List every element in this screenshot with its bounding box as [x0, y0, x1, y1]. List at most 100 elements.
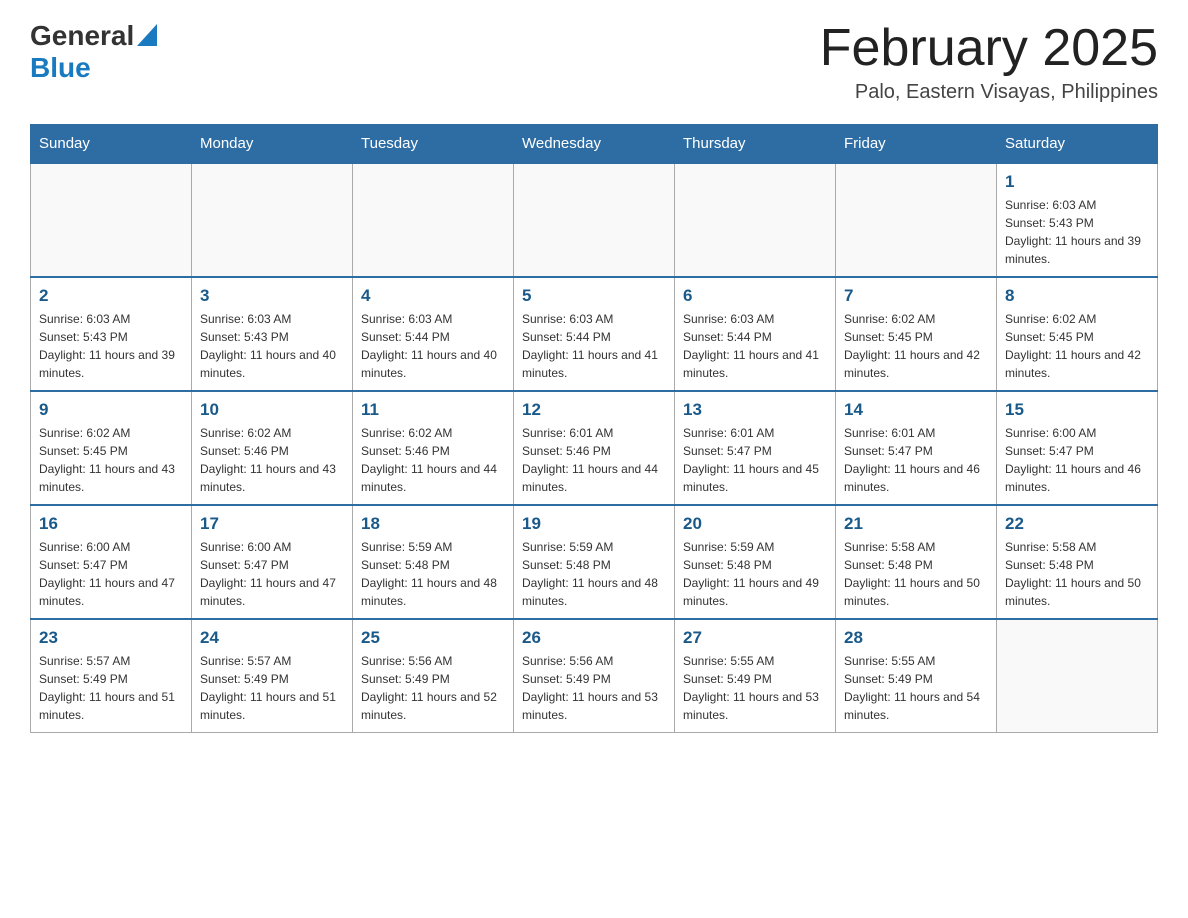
calendar-cell: 26 Sunrise: 5:56 AMSunset: 5:49 PMDayligh… [514, 619, 675, 733]
calendar-cell: 6 Sunrise: 6:03 AMSunset: 5:44 PMDaylight… [675, 277, 836, 391]
day-number: 6 [683, 286, 827, 306]
logo-arrow-icon [137, 24, 157, 46]
day-info: Sunrise: 6:02 AMSunset: 5:45 PMDaylight:… [1005, 310, 1149, 382]
day-number: 9 [39, 400, 183, 420]
day-info: Sunrise: 6:03 AMSunset: 5:44 PMDaylight:… [683, 310, 827, 382]
weekday-header-row: SundayMondayTuesdayWednesdayThursdayFrid… [31, 125, 1158, 164]
calendar-cell: 11 Sunrise: 6:02 AMSunset: 5:46 PMDayligh… [353, 391, 514, 505]
day-number: 20 [683, 514, 827, 534]
calendar-cell: 10 Sunrise: 6:02 AMSunset: 5:46 PMDayligh… [192, 391, 353, 505]
calendar-cell [675, 163, 836, 277]
day-number: 15 [1005, 400, 1149, 420]
calendar-table: SundayMondayTuesdayWednesdayThursdayFrid… [30, 124, 1158, 733]
day-number: 10 [200, 400, 344, 420]
day-number: 8 [1005, 286, 1149, 306]
day-number: 25 [361, 628, 505, 648]
weekday-header-wednesday: Wednesday [514, 125, 675, 164]
day-info: Sunrise: 6:02 AMSunset: 5:46 PMDaylight:… [361, 424, 505, 496]
day-number: 13 [683, 400, 827, 420]
week-row-2: 2 Sunrise: 6:03 AMSunset: 5:43 PMDaylight… [31, 277, 1158, 391]
day-number: 4 [361, 286, 505, 306]
calendar-cell: 20 Sunrise: 5:59 AMSunset: 5:48 PMDayligh… [675, 505, 836, 619]
week-row-5: 23Sunrise: 5:57 AMSunset: 5:49 PMDayligh… [31, 619, 1158, 733]
logo-blue-text: Blue [30, 52, 91, 83]
calendar-cell: 4 Sunrise: 6:03 AMSunset: 5:44 PMDaylight… [353, 277, 514, 391]
calendar-cell: 15 Sunrise: 6:00 AMSunset: 5:47 PMDayligh… [997, 391, 1158, 505]
day-info: Sunrise: 6:03 AMSunset: 5:44 PMDaylight:… [361, 310, 505, 382]
calendar-cell: 13 Sunrise: 6:01 AMSunset: 5:47 PMDayligh… [675, 391, 836, 505]
calendar-cell: 8 Sunrise: 6:02 AMSunset: 5:45 PMDaylight… [997, 277, 1158, 391]
logo: General Blue [30, 20, 157, 84]
day-info: Sunrise: 5:59 AMSunset: 5:48 PMDaylight:… [522, 538, 666, 610]
day-info: Sunrise: 6:02 AMSunset: 5:45 PMDaylight:… [39, 424, 183, 496]
day-number: 14 [844, 400, 988, 420]
weekday-header-tuesday: Tuesday [353, 125, 514, 164]
calendar-cell: 9 Sunrise: 6:02 AMSunset: 5:45 PMDaylight… [31, 391, 192, 505]
week-row-3: 9 Sunrise: 6:02 AMSunset: 5:45 PMDaylight… [31, 391, 1158, 505]
day-info: Sunrise: 6:03 AMSunset: 5:43 PMDaylight:… [200, 310, 344, 382]
week-row-1: 1Sunrise: 6:03 AMSunset: 5:43 PMDaylight… [31, 163, 1158, 277]
calendar-cell: 17 Sunrise: 6:00 AMSunset: 5:47 PMDayligh… [192, 505, 353, 619]
calendar-cell: 28 Sunrise: 5:55 AMSunset: 5:49 PMDayligh… [836, 619, 997, 733]
day-info: Sunrise: 5:56 AMSunset: 5:49 PMDaylight:… [361, 652, 505, 724]
day-info: Sunrise: 6:00 AMSunset: 5:47 PMDaylight:… [200, 538, 344, 610]
day-number: 28 [844, 628, 988, 648]
day-number: 16 [39, 514, 183, 534]
title-section: February 2025 Palo, Eastern Visayas, Phi… [820, 20, 1158, 104]
day-number: 7 [844, 286, 988, 306]
calendar-cell: 16Sunrise: 6:00 AMSunset: 5:47 PMDayligh… [31, 505, 192, 619]
calendar-cell: 23Sunrise: 5:57 AMSunset: 5:49 PMDayligh… [31, 619, 192, 733]
day-number: 2 [39, 286, 183, 306]
day-info: Sunrise: 5:57 AMSunset: 5:49 PMDaylight:… [39, 652, 183, 724]
calendar-cell [514, 163, 675, 277]
weekday-header-friday: Friday [836, 125, 997, 164]
calendar-cell: 19 Sunrise: 5:59 AMSunset: 5:48 PMDayligh… [514, 505, 675, 619]
weekday-header-thursday: Thursday [675, 125, 836, 164]
day-number: 24 [200, 628, 344, 648]
calendar-cell: 12 Sunrise: 6:01 AMSunset: 5:46 PMDayligh… [514, 391, 675, 505]
day-number: 12 [522, 400, 666, 420]
page-header: General Blue February 2025 Palo, Eastern… [30, 20, 1158, 104]
day-number: 26 [522, 628, 666, 648]
day-info: Sunrise: 6:02 AMSunset: 5:46 PMDaylight:… [200, 424, 344, 496]
calendar-cell: 1Sunrise: 6:03 AMSunset: 5:43 PMDaylight… [997, 163, 1158, 277]
day-info: Sunrise: 6:01 AMSunset: 5:47 PMDaylight:… [683, 424, 827, 496]
day-number: 17 [200, 514, 344, 534]
calendar-cell: 3Sunrise: 6:03 AMSunset: 5:43 PMDaylight… [192, 277, 353, 391]
day-info: Sunrise: 5:58 AMSunset: 5:48 PMDaylight:… [844, 538, 988, 610]
day-info: Sunrise: 6:03 AMSunset: 5:43 PMDaylight:… [39, 310, 183, 382]
day-number: 5 [522, 286, 666, 306]
calendar-cell [353, 163, 514, 277]
calendar-cell: 2 Sunrise: 6:03 AMSunset: 5:43 PMDaylight… [31, 277, 192, 391]
day-number: 18 [361, 514, 505, 534]
calendar-cell: 27 Sunrise: 5:55 AMSunset: 5:49 PMDayligh… [675, 619, 836, 733]
calendar-cell: 18 Sunrise: 5:59 AMSunset: 5:48 PMDayligh… [353, 505, 514, 619]
calendar-cell: 24Sunrise: 5:57 AMSunset: 5:49 PMDayligh… [192, 619, 353, 733]
day-info: Sunrise: 6:00 AMSunset: 5:47 PMDaylight:… [1005, 424, 1149, 496]
weekday-header-monday: Monday [192, 125, 353, 164]
logo-general-text: General [30, 20, 134, 52]
calendar-cell [997, 619, 1158, 733]
day-number: 11 [361, 400, 505, 420]
calendar-cell [31, 163, 192, 277]
day-number: 27 [683, 628, 827, 648]
calendar-cell: 25 Sunrise: 5:56 AMSunset: 5:49 PMDayligh… [353, 619, 514, 733]
calendar-cell [836, 163, 997, 277]
day-number: 21 [844, 514, 988, 534]
day-info: Sunrise: 5:56 AMSunset: 5:49 PMDaylight:… [522, 652, 666, 724]
day-info: Sunrise: 6:01 AMSunset: 5:47 PMDaylight:… [844, 424, 988, 496]
calendar-cell [192, 163, 353, 277]
calendar-cell: 5 Sunrise: 6:03 AMSunset: 5:44 PMDaylight… [514, 277, 675, 391]
day-info: Sunrise: 6:01 AMSunset: 5:46 PMDaylight:… [522, 424, 666, 496]
day-info: Sunrise: 5:58 AMSunset: 5:48 PMDaylight:… [1005, 538, 1149, 610]
day-info: Sunrise: 5:59 AMSunset: 5:48 PMDaylight:… [683, 538, 827, 610]
day-info: Sunrise: 5:55 AMSunset: 5:49 PMDaylight:… [683, 652, 827, 724]
day-info: Sunrise: 6:02 AMSunset: 5:45 PMDaylight:… [844, 310, 988, 382]
day-info: Sunrise: 5:59 AMSunset: 5:48 PMDaylight:… [361, 538, 505, 610]
weekday-header-sunday: Sunday [31, 125, 192, 164]
day-number: 19 [522, 514, 666, 534]
day-info: Sunrise: 6:03 AMSunset: 5:44 PMDaylight:… [522, 310, 666, 382]
day-info: Sunrise: 5:55 AMSunset: 5:49 PMDaylight:… [844, 652, 988, 724]
calendar-cell: 7 Sunrise: 6:02 AMSunset: 5:45 PMDaylight… [836, 277, 997, 391]
day-number: 22 [1005, 514, 1149, 534]
